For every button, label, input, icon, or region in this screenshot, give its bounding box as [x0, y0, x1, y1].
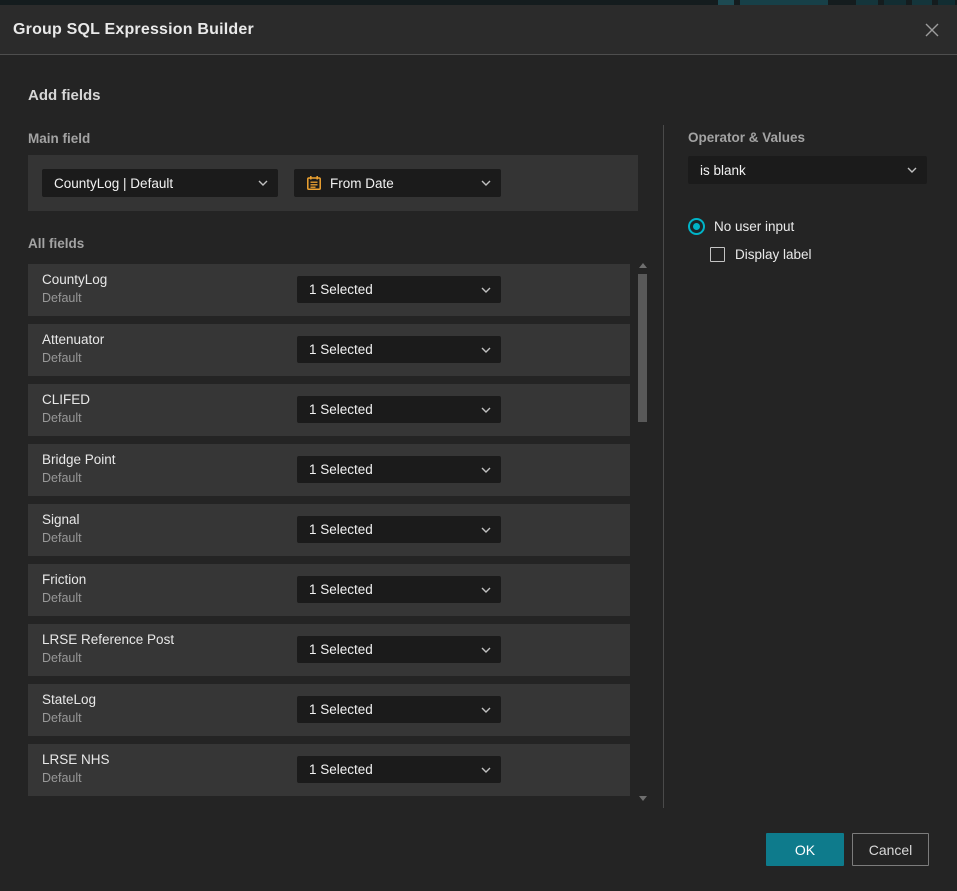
selected-count-select[interactable]: 1 Selected [297, 396, 501, 423]
main-field-panel: CountyLog | Default From Date [28, 155, 638, 211]
field-subtitle: Default [42, 351, 82, 365]
chevron-down-icon [481, 347, 491, 353]
all-fields-scrollbar[interactable] [636, 261, 650, 803]
selected-count-select[interactable]: 1 Selected [297, 456, 501, 483]
chevron-down-icon [481, 527, 491, 533]
field-subtitle: Default [42, 771, 82, 785]
operator-values-label: Operator & Values [688, 130, 805, 145]
field-list-row: LRSE Reference Post Default 1 Selected [28, 624, 630, 676]
selected-count-label: 1 Selected [309, 642, 481, 657]
chevron-down-icon [481, 707, 491, 713]
ok-button[interactable]: OK [766, 833, 844, 866]
radio-selected-icon [688, 218, 705, 235]
chevron-down-icon [258, 180, 268, 186]
display-label-text: Display label [735, 247, 812, 262]
field-name: StateLog [42, 692, 96, 707]
field-list-row: Attenuator Default 1 Selected [28, 324, 630, 376]
main-field-label: Main field [28, 131, 90, 146]
all-fields-list: CountyLog Default 1 Selected Attenuator … [28, 264, 630, 796]
panel-divider [663, 125, 664, 808]
chevron-down-icon [481, 287, 491, 293]
selected-count-select[interactable]: 1 Selected [297, 516, 501, 543]
add-fields-heading: Add fields [28, 87, 101, 104]
selected-count-select[interactable]: 1 Selected [297, 276, 501, 303]
chevron-down-icon [481, 767, 491, 773]
selected-count-select[interactable]: 1 Selected [297, 336, 501, 363]
field-subtitle: Default [42, 531, 82, 545]
calendar-icon [306, 175, 322, 191]
selected-count-select[interactable]: 1 Selected [297, 756, 501, 783]
field-name: LRSE Reference Post [42, 632, 174, 647]
field-name: CountyLog [42, 272, 107, 287]
field-name: Signal [42, 512, 80, 527]
chevron-down-icon [481, 647, 491, 653]
chevron-down-icon [481, 587, 491, 593]
field-list-row: CountyLog Default 1 Selected [28, 264, 630, 316]
field-list-row: Signal Default 1 Selected [28, 504, 630, 556]
selected-count-label: 1 Selected [309, 522, 481, 537]
field-subtitle: Default [42, 411, 82, 425]
display-label-checkbox[interactable]: Display label [710, 247, 812, 262]
field-list-row: Bridge Point Default 1 Selected [28, 444, 630, 496]
selected-count-select[interactable]: 1 Selected [297, 636, 501, 663]
field-subtitle: Default [42, 591, 82, 605]
field-list-row: CLIFED Default 1 Selected [28, 384, 630, 436]
field-name: Bridge Point [42, 452, 116, 467]
field-subtitle: Default [42, 291, 82, 305]
selected-count-select[interactable]: 1 Selected [297, 696, 501, 723]
selected-count-select[interactable]: 1 Selected [297, 576, 501, 603]
screen: Group SQL Expression Builder Add fields … [0, 0, 957, 891]
field-name: LRSE NHS [42, 752, 110, 767]
field-list-row: LRSE NHS Default 1 Selected [28, 744, 630, 796]
main-field-source-select[interactable]: CountyLog | Default [42, 169, 278, 197]
selected-count-label: 1 Selected [309, 342, 481, 357]
chevron-down-icon [481, 407, 491, 413]
scroll-down-arrow-icon[interactable] [639, 796, 647, 801]
cancel-button[interactable]: Cancel [852, 833, 929, 866]
main-field-field-value: From Date [330, 176, 473, 191]
group-sql-expression-builder-dialog: Group SQL Expression Builder Add fields … [0, 5, 957, 891]
no-user-input-label: No user input [714, 219, 794, 234]
chevron-down-icon [481, 180, 491, 186]
selected-count-label: 1 Selected [309, 762, 481, 777]
selected-count-label: 1 Selected [309, 582, 481, 597]
no-user-input-radio[interactable]: No user input [688, 218, 794, 235]
field-subtitle: Default [42, 711, 82, 725]
main-field-field-select[interactable]: From Date [294, 169, 501, 197]
selected-count-label: 1 Selected [309, 282, 481, 297]
field-subtitle: Default [42, 651, 82, 665]
chevron-down-icon [481, 467, 491, 473]
field-list-row: StateLog Default 1 Selected [28, 684, 630, 736]
field-subtitle: Default [42, 471, 82, 485]
checkbox-unchecked-icon [710, 247, 725, 262]
all-fields-label: All fields [28, 236, 84, 251]
operator-select[interactable]: is blank [688, 156, 927, 184]
field-name: Attenuator [42, 332, 104, 347]
field-name: CLIFED [42, 392, 90, 407]
selected-count-label: 1 Selected [309, 462, 481, 477]
field-name: Friction [42, 572, 86, 587]
scrollbar-thumb[interactable] [638, 274, 647, 422]
operator-select-value: is blank [700, 163, 907, 178]
scroll-up-arrow-icon[interactable] [639, 263, 647, 268]
close-button[interactable] [921, 19, 943, 41]
main-field-source-value: CountyLog | Default [54, 176, 258, 191]
chevron-down-icon [907, 167, 917, 173]
dialog-header: Group SQL Expression Builder [0, 5, 957, 55]
selected-count-label: 1 Selected [309, 402, 481, 417]
close-icon [924, 22, 940, 38]
selected-count-label: 1 Selected [309, 702, 481, 717]
field-list-row: Friction Default 1 Selected [28, 564, 630, 616]
dialog-title: Group SQL Expression Builder [0, 21, 254, 39]
